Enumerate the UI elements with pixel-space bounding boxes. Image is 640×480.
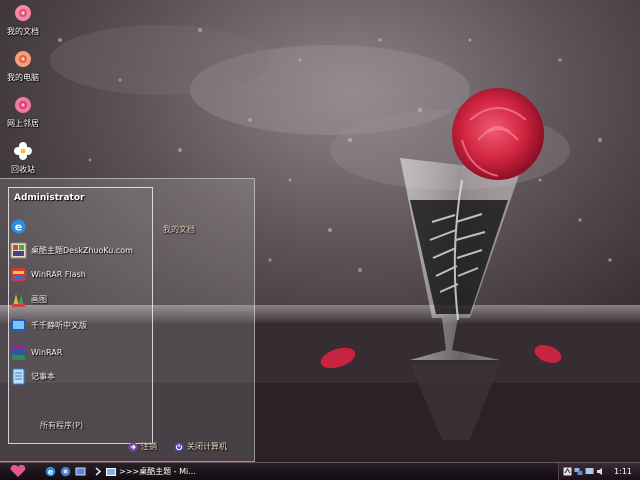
- chevron-right-icon[interactable]: [92, 466, 103, 477]
- start-menu-link-my-documents[interactable]: 我的文档: [163, 224, 195, 235]
- all-programs-link[interactable]: 所有程序(P): [40, 420, 83, 431]
- ime-icon[interactable]: [563, 467, 572, 476]
- start-menu-item-label: WinRAR Flash: [31, 269, 86, 279]
- window-icon: [106, 467, 116, 476]
- desktop-icon-label: 我的文档: [7, 27, 39, 36]
- desktop-icon-label: 回收站: [11, 165, 35, 174]
- desktop-icon-my-documents[interactable]: 我的文档: [2, 2, 44, 37]
- media-player-icon: [11, 267, 26, 281]
- start-menu-item-notepad[interactable]: 记事本: [10, 366, 150, 386]
- ttplayer-icon: [11, 318, 26, 331]
- start-menu-item-winrar[interactable]: WinRAR: [10, 342, 150, 362]
- shutdown-label: 关闭计算机: [187, 442, 227, 451]
- media-quick-launch-icon[interactable]: [60, 466, 71, 477]
- start-menu-item-flash[interactable]: WinRAR Flash: [10, 264, 150, 284]
- svg-text:e: e: [48, 468, 54, 477]
- volume-icon[interactable]: [596, 467, 605, 476]
- heart-start-icon: [10, 465, 26, 477]
- rose-icon: [15, 97, 31, 113]
- start-menu-item-ttplayer[interactable]: 千千静听中文版: [10, 315, 150, 335]
- rose-icon: [15, 5, 31, 21]
- ie-quick-launch-icon[interactable]: e: [45, 466, 56, 477]
- power-icon: [174, 442, 184, 451]
- taskbar-clock: 1:11: [614, 467, 632, 476]
- start-menu-item-label: 桌酷主题DeskZhuoKu.com: [31, 245, 133, 255]
- start-menu-user-name: Administrator: [14, 193, 85, 203]
- flower-icon: [14, 142, 32, 160]
- logoff-label: 注销: [141, 442, 157, 451]
- network-icon[interactable]: [574, 467, 583, 476]
- start-menu-item-label: 记事本: [31, 371, 55, 381]
- start-button[interactable]: [0, 463, 36, 480]
- taskbar: e >>>桌酷主题 - Mi... 1:11: [0, 462, 640, 480]
- start-menu-item-paint[interactable]: 画图: [10, 289, 150, 309]
- start-menu-item-label: 千千静听中文版: [31, 320, 87, 330]
- system-tray: 1:11: [558, 463, 640, 480]
- winrar-icon: [12, 344, 25, 360]
- internet-explorer-icon: e: [11, 219, 26, 233]
- display-icon[interactable]: [585, 467, 594, 476]
- notepad-icon: [12, 368, 25, 384]
- desktop-icon-my-computer[interactable]: 我的电脑: [2, 48, 44, 83]
- rose-icon: [15, 51, 31, 67]
- desktop-icon-label: 网上邻居: [7, 119, 39, 128]
- logoff-button[interactable]: 注销: [128, 441, 157, 452]
- taskbar-window-label: >>>桌酷主题 - Mi...: [119, 467, 196, 476]
- show-desktop-icon[interactable]: [75, 466, 86, 477]
- svg-text:e: e: [15, 220, 22, 233]
- shutdown-button[interactable]: 关闭计算机: [174, 441, 227, 452]
- logoff-icon: [128, 442, 138, 451]
- paint-icon: [12, 293, 25, 307]
- start-menu-item-label: 画图: [31, 294, 47, 304]
- start-menu-item-internet-explorer[interactable]: e: [10, 216, 150, 236]
- desktop-icon-recycle-bin[interactable]: 回收站: [2, 140, 44, 175]
- desktop-icon-label: 我的电脑: [7, 73, 39, 82]
- start-menu-item-label: WinRAR: [31, 347, 63, 357]
- deskzhuoku-icon: [10, 242, 27, 258]
- start-menu-item-deskzhuoku[interactable]: 桌酷主题DeskZhuoKu.com: [10, 240, 150, 260]
- taskbar-window-button[interactable]: >>>桌酷主题 - Mi...: [106, 464, 206, 479]
- desktop-icon-network[interactable]: 网上邻居: [2, 94, 44, 129]
